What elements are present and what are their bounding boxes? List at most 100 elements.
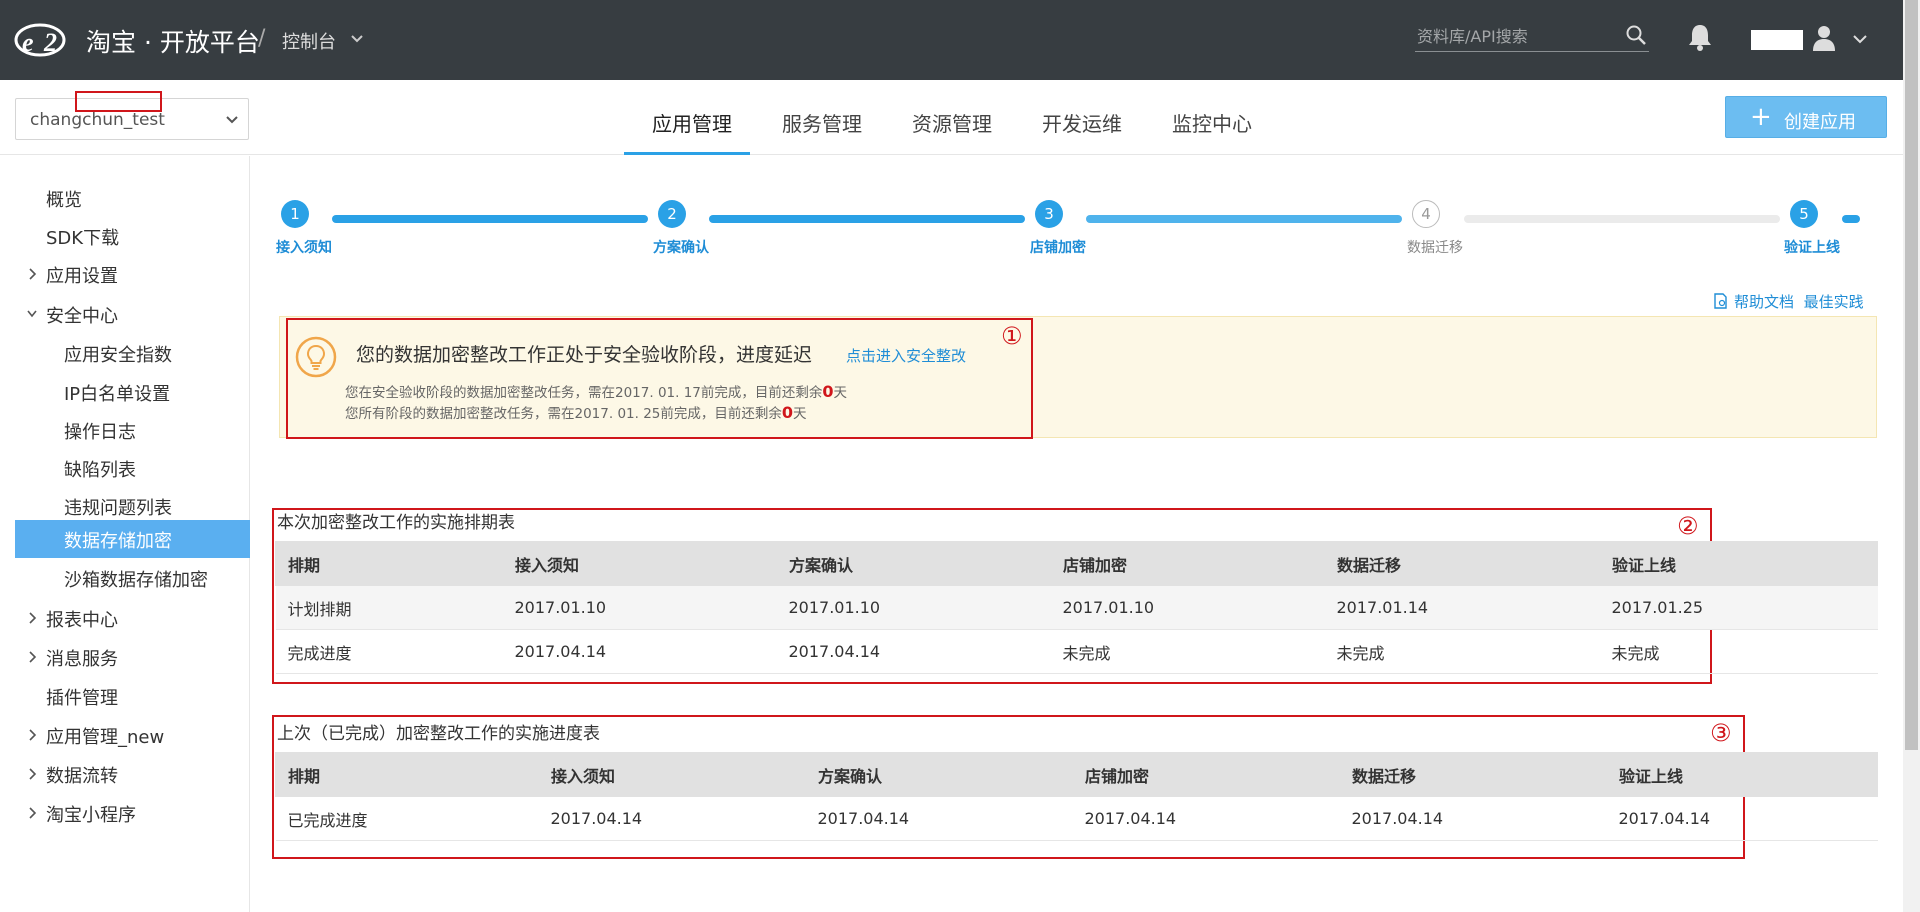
step-connector bbox=[1464, 215, 1780, 223]
svg-text:2: 2 bbox=[43, 28, 57, 57]
chevron-right-icon bbox=[29, 807, 37, 819]
notification-bell-icon[interactable] bbox=[1686, 22, 1714, 52]
sidebar-item-message-service[interactable]: 消息服务 bbox=[15, 638, 250, 676]
table-cell: 2017.01.14 bbox=[1324, 585, 1600, 630]
table-cell: 2017.01.25 bbox=[1599, 585, 1878, 630]
schedule-table: 排期 接入须知 方案确认 店铺加密 数据迁移 验证上线 计划排期 2017.01… bbox=[275, 541, 1878, 674]
annotation-marker-2: ② bbox=[1677, 512, 1699, 540]
table-cell: 计划排期 bbox=[275, 585, 503, 630]
sidebar-item-app-management-new[interactable]: 应用管理_new bbox=[15, 716, 250, 754]
column-header: 店铺加密 bbox=[1050, 541, 1325, 586]
sidebar-item-plugin-management[interactable]: 插件管理 bbox=[15, 677, 250, 715]
step-5-circle: 5 bbox=[1790, 200, 1818, 228]
table-cell: 2017.04.14 bbox=[1339, 796, 1607, 841]
sidebar-item-report-center[interactable]: 报表中心 bbox=[15, 599, 250, 637]
username-box[interactable] bbox=[1751, 30, 1803, 50]
help-links: 帮助文档 最佳实践 bbox=[1713, 291, 1864, 312]
step-5-label: 验证上线 bbox=[1784, 240, 1840, 256]
document-icon bbox=[1714, 293, 1727, 309]
table-cell: 2017.04.14 bbox=[1072, 796, 1340, 841]
user-avatar-icon[interactable] bbox=[1811, 24, 1837, 52]
tab-service-management[interactable]: 服务管理 bbox=[782, 108, 862, 137]
table-cell: 2017.01.10 bbox=[502, 585, 777, 630]
column-header: 验证上线 bbox=[1606, 752, 1878, 797]
table-cell: 完成进度 bbox=[275, 629, 503, 674]
table-cell: 未完成 bbox=[1599, 629, 1878, 674]
step-connector bbox=[1842, 215, 1860, 223]
column-header: 方案确认 bbox=[805, 752, 1073, 797]
chevron-down-icon[interactable] bbox=[350, 33, 364, 45]
tab-monitoring-center[interactable]: 监控中心 bbox=[1172, 108, 1252, 137]
taobao-logo-icon[interactable]: e 2 bbox=[14, 20, 82, 60]
table-cell: 2017.04.14 bbox=[805, 796, 1073, 841]
sidebar-item-security-center[interactable]: 安全中心 bbox=[15, 295, 250, 333]
platform-brand-title[interactable]: 淘宝 · 开放平台 bbox=[86, 23, 260, 59]
create-app-label: 创建应用 bbox=[1784, 112, 1856, 133]
breadcrumb-separator: / bbox=[258, 26, 266, 51]
help-docs-link[interactable]: 帮助文档 bbox=[1734, 293, 1794, 311]
table-cell: 2017.04.14 bbox=[1606, 796, 1878, 841]
step-3-label: 店铺加密 bbox=[1030, 240, 1086, 256]
sidebar: 概览 SDK下载 应用设置 安全中心 应用安全指数 IP白名单设置 操作日志 缺… bbox=[0, 156, 250, 912]
page-scrollbar-thumb[interactable] bbox=[1905, 0, 1918, 750]
annotation-highlight-box bbox=[75, 91, 162, 112]
sidebar-item-data-flow[interactable]: 数据流转 bbox=[15, 755, 250, 793]
best-practice-link[interactable]: 最佳实践 bbox=[1804, 293, 1864, 311]
annotation-highlight-box bbox=[286, 318, 1033, 439]
chevron-down-icon[interactable] bbox=[1852, 33, 1868, 45]
table-header-row: 排期 接入须知 方案确认 店铺加密 数据迁移 验证上线 bbox=[275, 752, 1878, 797]
sidebar-item-app-settings[interactable]: 应用设置 bbox=[15, 255, 250, 293]
sub-header: changchun_test 应用管理 服务管理 资源管理 开发运维 监控中心 … bbox=[0, 80, 1920, 155]
step-connector bbox=[332, 215, 648, 223]
step-4-circle: 4 bbox=[1412, 200, 1440, 228]
step-connector bbox=[1086, 215, 1402, 223]
sidebar-item-overview[interactable]: 概览 bbox=[15, 179, 250, 217]
search-icon[interactable] bbox=[1625, 24, 1647, 46]
table-row: 计划排期 2017.01.10 2017.01.10 2017.01.10 20… bbox=[275, 585, 1878, 630]
top-navigation-bar: e 2 淘宝 · 开放平台 / 控制台 bbox=[0, 0, 1920, 80]
column-header: 接入须知 bbox=[538, 752, 806, 797]
active-tab-indicator bbox=[624, 152, 750, 155]
sidebar-item-app-security-index[interactable]: 应用安全指数 bbox=[15, 334, 250, 372]
sidebar-item-ip-whitelist[interactable]: IP白名单设置 bbox=[15, 373, 250, 411]
progress-steps: 1 2 3 4 5 接入须知 方案确认 店铺加密 数据迁移 验证上线 bbox=[276, 200, 1876, 260]
completed-progress-table: 排期 接入须知 方案确认 店铺加密 数据迁移 验证上线 已完成进度 2017.0… bbox=[275, 752, 1878, 841]
column-header: 接入须知 bbox=[502, 541, 777, 586]
app-selector-value: changchun_test bbox=[30, 110, 165, 130]
sidebar-item-sandbox-storage-encryption[interactable]: 沙箱数据存储加密 bbox=[15, 559, 250, 597]
column-header: 数据迁移 bbox=[1324, 541, 1600, 586]
tab-resource-management[interactable]: 资源管理 bbox=[912, 108, 992, 137]
chevron-right-icon bbox=[29, 768, 37, 780]
sidebar-item-sdk-download[interactable]: SDK下载 bbox=[15, 217, 250, 255]
column-header: 数据迁移 bbox=[1339, 752, 1607, 797]
step-4-label: 数据迁移 bbox=[1407, 240, 1463, 256]
table-cell: 2017.04.14 bbox=[502, 629, 777, 674]
chevron-down-icon bbox=[226, 116, 238, 124]
column-header: 方案确认 bbox=[776, 541, 1051, 586]
table-cell: 2017.01.10 bbox=[776, 585, 1051, 630]
step-3-circle: 3 bbox=[1035, 200, 1063, 228]
sidebar-item-operation-log[interactable]: 操作日志 bbox=[15, 411, 250, 449]
table-row: 完成进度 2017.04.14 2017.04.14 未完成 未完成 未完成 bbox=[275, 629, 1878, 674]
chevron-right-icon bbox=[29, 268, 37, 280]
column-header: 排期 bbox=[275, 752, 539, 797]
table-cell: 2017.01.10 bbox=[1050, 585, 1325, 630]
tab-app-management[interactable]: 应用管理 bbox=[652, 108, 732, 137]
step-1-circle: 1 bbox=[281, 200, 309, 228]
table-cell: 已完成进度 bbox=[275, 796, 539, 841]
chevron-right-icon bbox=[29, 651, 37, 663]
create-app-button[interactable]: + 创建应用 bbox=[1725, 96, 1887, 138]
chevron-down-icon bbox=[27, 310, 37, 318]
table-cell: 2017.04.14 bbox=[776, 629, 1051, 674]
sidebar-item-taobao-mini-program[interactable]: 淘宝小程序 bbox=[15, 794, 250, 832]
schedule-table-title: 本次加密整改工作的实施排期表 bbox=[277, 513, 515, 533]
column-header: 验证上线 bbox=[1599, 541, 1878, 586]
column-header: 店铺加密 bbox=[1072, 752, 1340, 797]
sidebar-item-data-storage-encryption[interactable]: 数据存储加密 bbox=[15, 520, 250, 558]
tab-dev-ops[interactable]: 开发运维 bbox=[1042, 108, 1122, 137]
console-menu[interactable]: 控制台 bbox=[282, 28, 336, 54]
search-input[interactable] bbox=[1415, 24, 1615, 48]
step-2-label: 方案确认 bbox=[653, 240, 709, 256]
step-2-circle: 2 bbox=[658, 200, 686, 228]
sidebar-item-defect-list[interactable]: 缺陷列表 bbox=[15, 449, 250, 487]
